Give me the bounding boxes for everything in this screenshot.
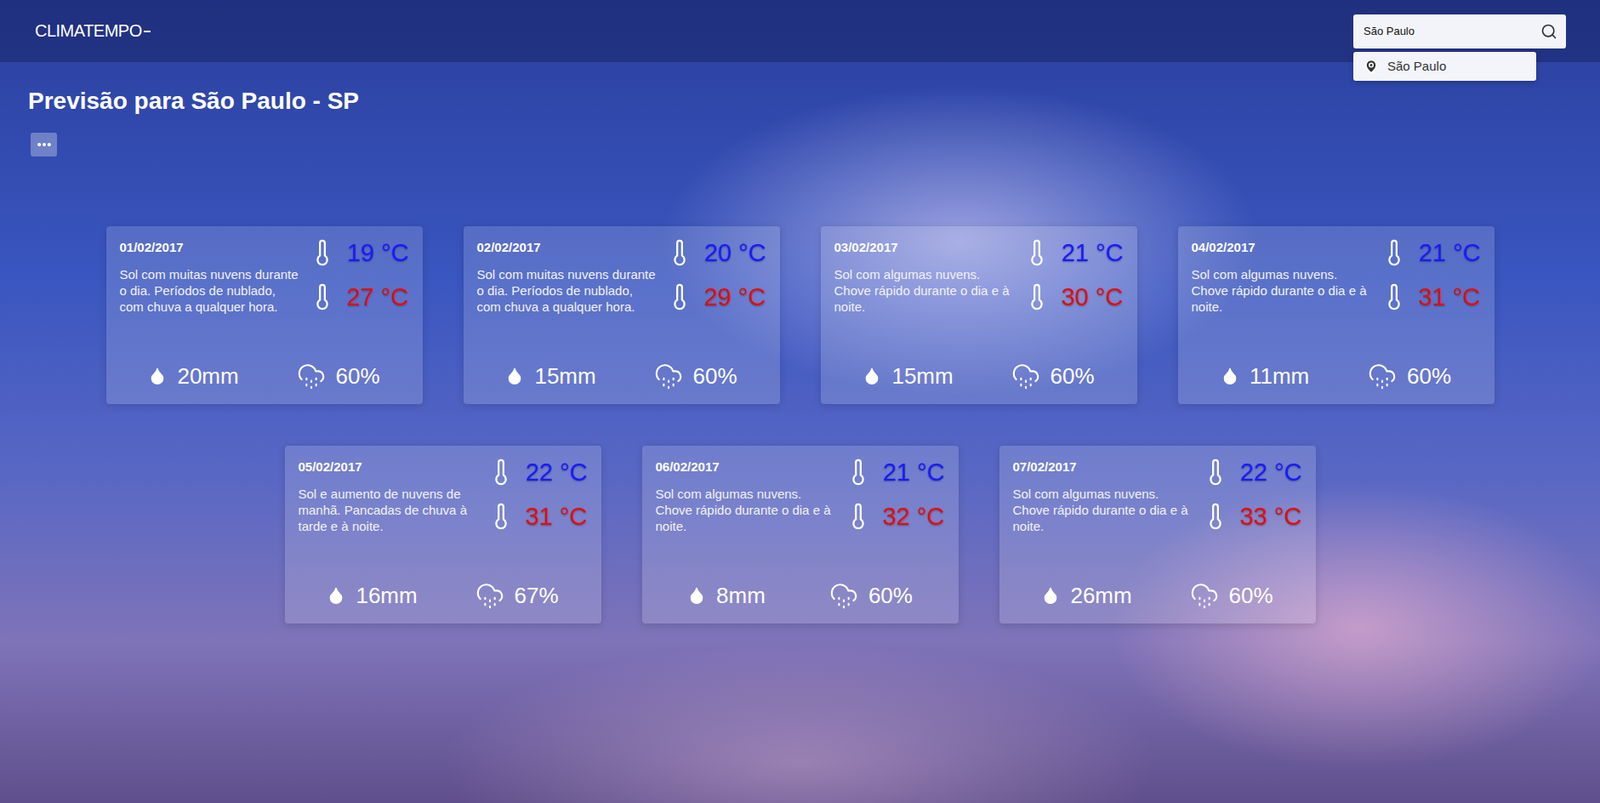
thermometer-icon: [486, 501, 516, 531]
drop-icon: [862, 366, 882, 386]
rain-cloud-icon: [475, 580, 505, 610]
rain-cloud-icon: [296, 361, 326, 391]
forecast-description: Sol com algumas nuvens. Chove rápido dur…: [834, 266, 1016, 315]
min-temperature: 21 °C: [1418, 239, 1481, 268]
drop-icon: [1041, 586, 1060, 605]
max-temperature: 31 °C: [525, 502, 588, 531]
max-temperature: 31 °C: [1418, 283, 1481, 312]
rain-probability: 67%: [475, 580, 559, 610]
rain-amount: 15mm: [505, 363, 596, 390]
forecast-date: 06/02/2017: [655, 459, 838, 474]
min-temperature: 22 °C: [525, 458, 588, 487]
forecast-card: 02/02/2017 Sol com muitas nuvens durante …: [463, 226, 781, 405]
thermometer-icon: [307, 238, 337, 268]
thermometer-icon: [1022, 238, 1052, 268]
min-temperature: 21 °C: [1061, 239, 1124, 268]
forecast-description: Sol com muitas nuvens durante o dia. Per…: [119, 266, 302, 315]
suggestion-item[interactable]: São Paulo: [1353, 51, 1537, 81]
forecast-date: 04/02/2017: [1191, 239, 1373, 255]
forecast-date: 07/02/2017: [1013, 459, 1195, 474]
min-temperature: 20 °C: [704, 239, 767, 268]
min-temperature: 19 °C: [347, 239, 410, 268]
thermometer-icon: [665, 282, 695, 312]
thermometer-icon: [665, 238, 695, 268]
forecast-card: 04/02/2017 Sol com algumas nuvens. Chove …: [1178, 226, 1495, 405]
page: CLIMATEMPO São Paulo Previsão para São Pau…: [0, 0, 1600, 803]
forecast-date: 05/02/2017: [298, 459, 480, 474]
max-temperature: 30 °C: [1061, 283, 1124, 312]
search: São Paulo: [1353, 14, 1566, 49]
rain-probability: 60%: [829, 580, 913, 610]
rain-amount: 20mm: [148, 363, 239, 390]
rain-amount: 11mm: [1220, 363, 1310, 390]
rain-amount: 15mm: [862, 363, 953, 390]
forecast-description: Sol e aumento de nuvens de manhã. Pancad…: [298, 485, 480, 535]
forecast-description: Sol com algumas nuvens. Chove rápido dur…: [1191, 266, 1373, 315]
rain-cloud-icon: [654, 361, 684, 391]
drop-icon: [1220, 366, 1240, 386]
thermometer-icon: [1022, 282, 1052, 312]
max-temperature: 33 °C: [1240, 502, 1303, 531]
logo[interactable]: CLIMATEMPO: [34, 21, 151, 41]
forecast-card: 05/02/2017 Sol e aumento de nuvens de man…: [284, 445, 602, 624]
suggestion-list: São Paulo: [1353, 51, 1537, 81]
thermometer-icon: [486, 457, 516, 487]
min-temperature: 21 °C: [882, 458, 946, 487]
forecast-card: 07/02/2017 Sol com algumas nuvens. Chove …: [999, 445, 1316, 624]
forecast-card: 03/02/2017 Sol com algumas nuvens. Chove …: [820, 226, 1138, 405]
forecast-description: Sol com algumas nuvens. Chove rápido dur…: [1013, 485, 1195, 535]
rain-probability: 60%: [1190, 580, 1274, 610]
rain-cloud-icon: [1367, 361, 1397, 391]
rain-probability: 60%: [296, 361, 381, 391]
drop-icon: [687, 586, 707, 605]
forecast-card: 06/02/2017 Sol com algumas nuvens. Chove …: [642, 445, 959, 624]
forecast-date: 01/02/2017: [119, 239, 302, 255]
search-box: [1353, 14, 1566, 49]
rain-cloud-icon: [1190, 580, 1219, 610]
map-pin-icon: [1363, 58, 1379, 75]
rain-probability: 60%: [1367, 361, 1452, 391]
thermometer-icon: [843, 501, 873, 531]
min-temperature: 22 °C: [1240, 458, 1303, 487]
forecast-description: Sol com muitas nuvens durante o dia. Per…: [477, 266, 659, 315]
thermometer-icon: [1201, 457, 1230, 487]
header: CLIMATEMPO São Paulo: [0, 0, 1600, 63]
drop-icon: [505, 366, 524, 386]
thermometer-icon: [307, 282, 337, 312]
rain-cloud-icon: [1011, 361, 1041, 391]
search-input[interactable]: [1361, 23, 1536, 39]
drop-icon: [326, 586, 346, 605]
rain-probability: 60%: [654, 361, 738, 391]
page-title: Previsão para São Paulo - SP: [28, 87, 1572, 115]
forecast-description: Sol com algumas nuvens. Chove rápido dur…: [655, 485, 838, 535]
rain-amount: 16mm: [326, 582, 417, 610]
forecast-list: 01/02/2017 Sol com muitas nuvens durante …: [28, 226, 1572, 624]
rain-amount: 26mm: [1041, 582, 1132, 610]
forecast-date: 02/02/2017: [477, 239, 659, 255]
ellipsis-icon: [35, 136, 53, 154]
thermometer-icon: [1379, 282, 1409, 312]
thermometer-icon: [1379, 238, 1409, 268]
search-icon[interactable]: [1540, 22, 1558, 40]
logo-mark-icon: [143, 30, 151, 33]
forecast-card: 01/02/2017 Sol com muitas nuvens durante …: [106, 226, 423, 405]
forecast-date: 03/02/2017: [834, 239, 1016, 255]
more-button[interactable]: [30, 132, 57, 157]
drop-icon: [148, 366, 167, 386]
max-temperature: 29 °C: [704, 283, 767, 312]
thermometer-icon: [1201, 501, 1230, 531]
max-temperature: 32 °C: [882, 502, 946, 531]
rain-amount: 8mm: [687, 582, 766, 610]
thermometer-icon: [843, 457, 873, 487]
rain-cloud-icon: [829, 580, 859, 610]
rain-probability: 60%: [1011, 361, 1095, 391]
max-temperature: 27 °C: [347, 283, 410, 312]
